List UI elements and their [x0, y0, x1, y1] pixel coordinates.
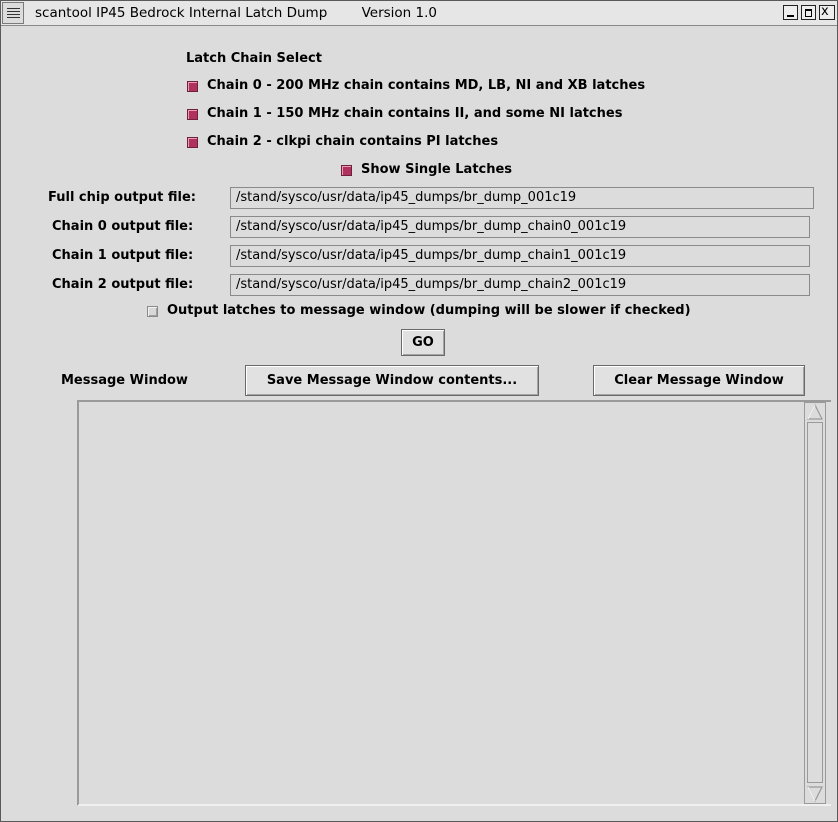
message-window	[77, 400, 831, 806]
chain-1-checkbox[interactable]	[187, 109, 198, 120]
go-button[interactable]: GO	[401, 329, 445, 356]
chain-0-checkbox[interactable]	[187, 81, 198, 92]
scroll-up-arrow-icon[interactable]	[807, 404, 823, 420]
menu-icon	[7, 8, 20, 20]
message-window-label: Message Window	[61, 373, 188, 388]
output-to-window-checkbox[interactable]	[147, 306, 158, 317]
message-scrollbar[interactable]	[804, 402, 826, 804]
chain-2-label: Chain 2 - clkpi chain contains PI latche…	[207, 134, 499, 149]
show-single-latches-label: Show Single Latches	[361, 162, 513, 177]
chain-2-file-label: Chain 2 output file:	[52, 277, 194, 292]
scroll-down-arrow-icon[interactable]	[807, 786, 823, 802]
latch-chain-heading: Latch Chain Select	[186, 51, 322, 66]
chain-1-file-label: Chain 1 output file:	[52, 248, 194, 263]
chain-0-file-label: Chain 0 output file:	[52, 219, 194, 234]
minimize-button[interactable]	[783, 5, 798, 20]
full-chip-file-label: Full chip output file:	[48, 190, 196, 205]
chain-2-file-field[interactable]: /stand/sysco/usr/data/ip45_dumps/br_dump…	[230, 274, 810, 296]
minimize-icon	[787, 15, 794, 17]
chain-1-file-field[interactable]: /stand/sysco/usr/data/ip45_dumps/br_dump…	[230, 245, 810, 267]
full-chip-file-field[interactable]: /stand/sysco/usr/data/ip45_dumps/br_dump…	[230, 187, 814, 209]
scroll-thumb[interactable]	[807, 422, 823, 783]
output-to-window-label: Output latches to message window (dumpin…	[167, 303, 691, 318]
maximize-icon	[805, 9, 812, 17]
chain-1-label: Chain 1 - 150 MHz chain contains II, and…	[207, 106, 623, 121]
window-title: scantool IP45 Bedrock Internal Latch Dum…	[35, 5, 437, 21]
chain-0-label: Chain 0 - 200 MHz chain contains MD, LB,…	[207, 78, 646, 93]
app-window: scantool IP45 Bedrock Internal Latch Dum…	[0, 0, 838, 822]
window-menu-button[interactable]	[2, 2, 24, 24]
title-bar[interactable]: scantool IP45 Bedrock Internal Latch Dum…	[1, 1, 837, 26]
chain-0-file-field[interactable]: /stand/sysco/usr/data/ip45_dumps/br_dump…	[230, 216, 810, 238]
save-message-window-button[interactable]: Save Message Window contents...	[245, 365, 539, 396]
chain-2-checkbox[interactable]	[187, 137, 198, 148]
maximize-button[interactable]	[801, 5, 816, 20]
close-button[interactable]: x	[819, 5, 835, 20]
clear-message-window-button[interactable]: Clear Message Window	[593, 365, 805, 396]
message-window-text[interactable]	[81, 404, 807, 802]
show-single-latches-checkbox[interactable]	[341, 165, 352, 176]
close-icon: x	[821, 4, 829, 19]
